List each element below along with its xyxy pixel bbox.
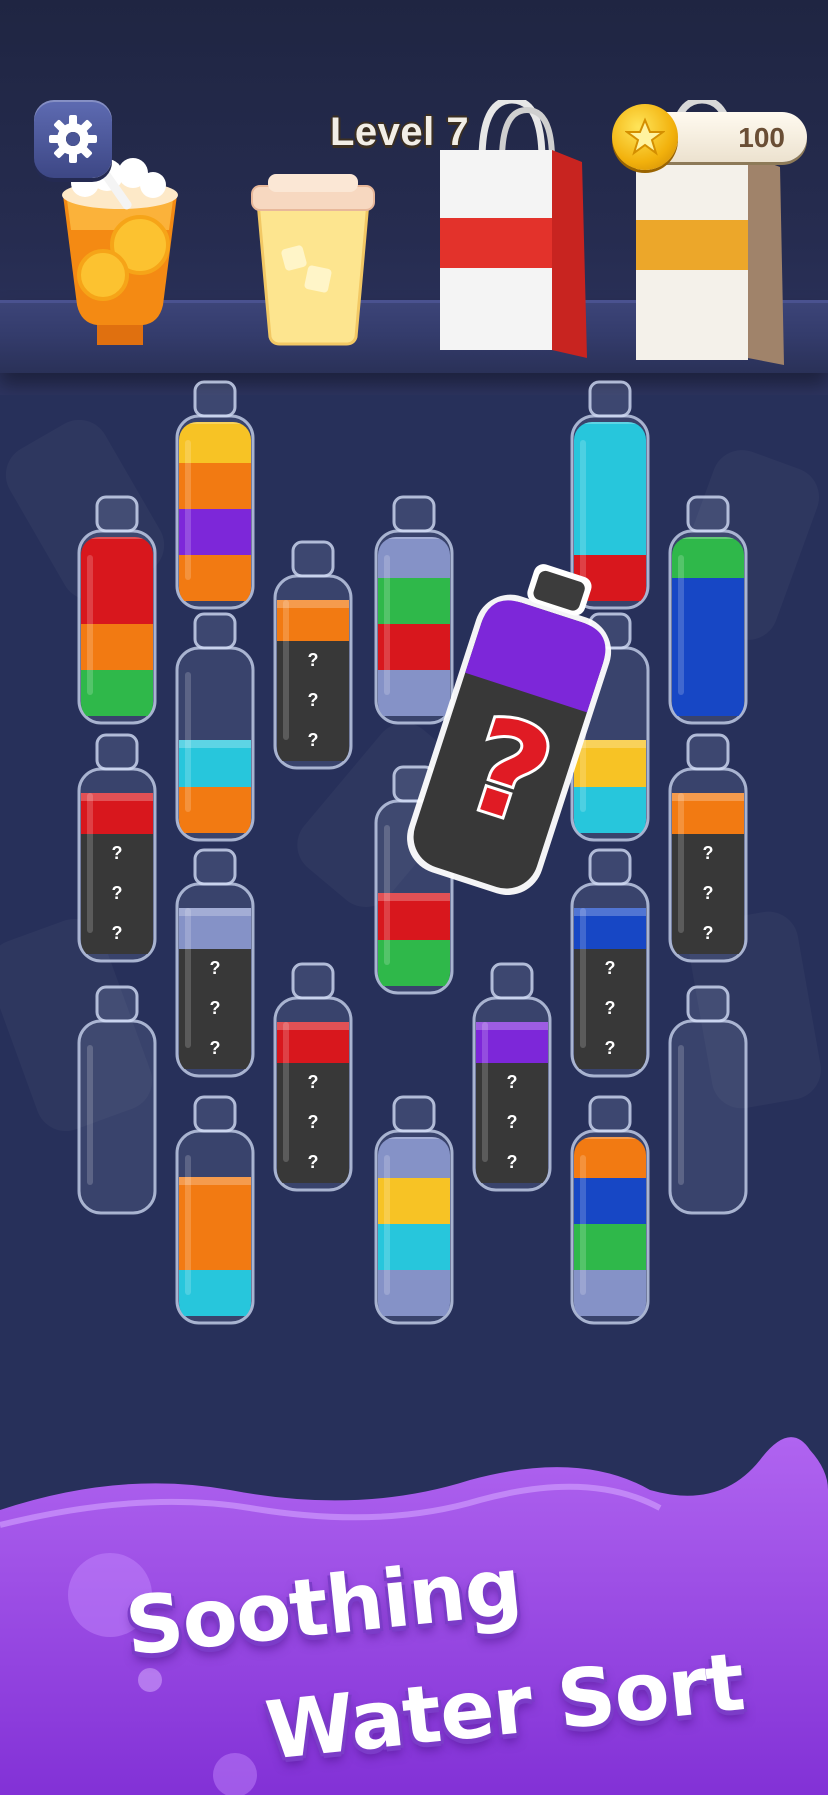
hidden-layer-question-mark: ? [506, 1072, 518, 1092]
bottle[interactable]: ??? [271, 540, 355, 772]
lemonade-cup-icon [251, 174, 375, 346]
bottle-neck [686, 985, 730, 1023]
bottle-shine [87, 555, 93, 695]
bottle-shine [384, 555, 390, 695]
bottle[interactable] [666, 985, 750, 1217]
bottle-shine [678, 1045, 684, 1185]
bottle-neck [686, 495, 730, 533]
coin-count: 100 [738, 122, 785, 153]
bottle-shine [185, 440, 191, 580]
bottle-neck [291, 540, 335, 578]
hidden-layer-question-mark: ? [209, 1038, 221, 1058]
bottle[interactable]: ??? [173, 848, 257, 1080]
bottle-neck [193, 848, 237, 886]
bottle-neck [193, 380, 237, 418]
bottle-neck [588, 380, 632, 418]
bottle-neck [95, 733, 139, 771]
bottle-neck [95, 495, 139, 533]
hidden-layer-question-mark: ? [307, 690, 319, 710]
bottle[interactable] [173, 612, 257, 844]
hidden-layer-question-mark: ? [111, 923, 123, 943]
bottle[interactable] [75, 495, 159, 727]
bottle-shine [384, 1155, 390, 1295]
bottle[interactable] [666, 495, 750, 727]
hidden-layer-question-mark: ? [209, 998, 221, 1018]
bottle-neck [392, 1095, 436, 1133]
hidden-layer-question-mark: ? [702, 843, 714, 863]
bottle[interactable] [75, 985, 159, 1217]
hidden-layer-question-mark: ? [604, 1038, 616, 1058]
bottle[interactable]: ??? [470, 962, 554, 1194]
bottle-neck [95, 985, 139, 1023]
hidden-layer-question-mark: ? [307, 730, 319, 750]
hidden-layer-question-mark: ? [702, 883, 714, 903]
bottle[interactable]: ??? [271, 962, 355, 1194]
bottle-shine [384, 825, 390, 965]
bottle-neck [291, 962, 335, 1000]
bottle[interactable] [568, 1095, 652, 1327]
bottle-shine [580, 440, 586, 580]
bottle[interactable] [173, 1095, 257, 1327]
hidden-layer-question-mark: ? [604, 958, 616, 978]
coin-icon [612, 104, 678, 170]
bottle-shine [678, 555, 684, 695]
bottle-neck [193, 612, 237, 650]
bottle[interactable] [372, 1095, 456, 1327]
settings-button[interactable] [34, 100, 112, 178]
hidden-layer-question-mark: ? [307, 650, 319, 670]
bottle-shine [185, 1155, 191, 1295]
hidden-layer-question-mark: ? [506, 1112, 518, 1132]
hidden-layer-question-mark: ? [307, 1072, 319, 1092]
bottle-shine [185, 672, 191, 812]
bottle[interactable] [173, 380, 257, 612]
hidden-layer-question-mark: ? [604, 998, 616, 1018]
bottle-neck [686, 733, 730, 771]
bottle-neck [193, 1095, 237, 1133]
bottle-neck [490, 962, 534, 1000]
hidden-layer-question-mark: ? [111, 843, 123, 863]
hidden-layer-question-mark: ? [209, 958, 221, 978]
gear-icon [49, 115, 97, 163]
bottle-neck [392, 495, 436, 533]
bottle[interactable]: ??? [75, 733, 159, 965]
hidden-layer-question-mark: ? [111, 883, 123, 903]
selected-bottle[interactable]: ? [407, 564, 612, 915]
hidden-layer-question-mark: ? [307, 1112, 319, 1132]
bottle[interactable]: ??? [666, 733, 750, 965]
level-label: Level 7 [330, 110, 470, 154]
bottle-shine [580, 1155, 586, 1295]
bottle-neck [588, 1095, 632, 1133]
hidden-layer-question-mark: ? [307, 1152, 319, 1172]
hidden-layer-question-mark: ? [702, 923, 714, 943]
bottle-shine [87, 1045, 93, 1185]
hidden-layer-question-mark: ? [506, 1152, 518, 1172]
